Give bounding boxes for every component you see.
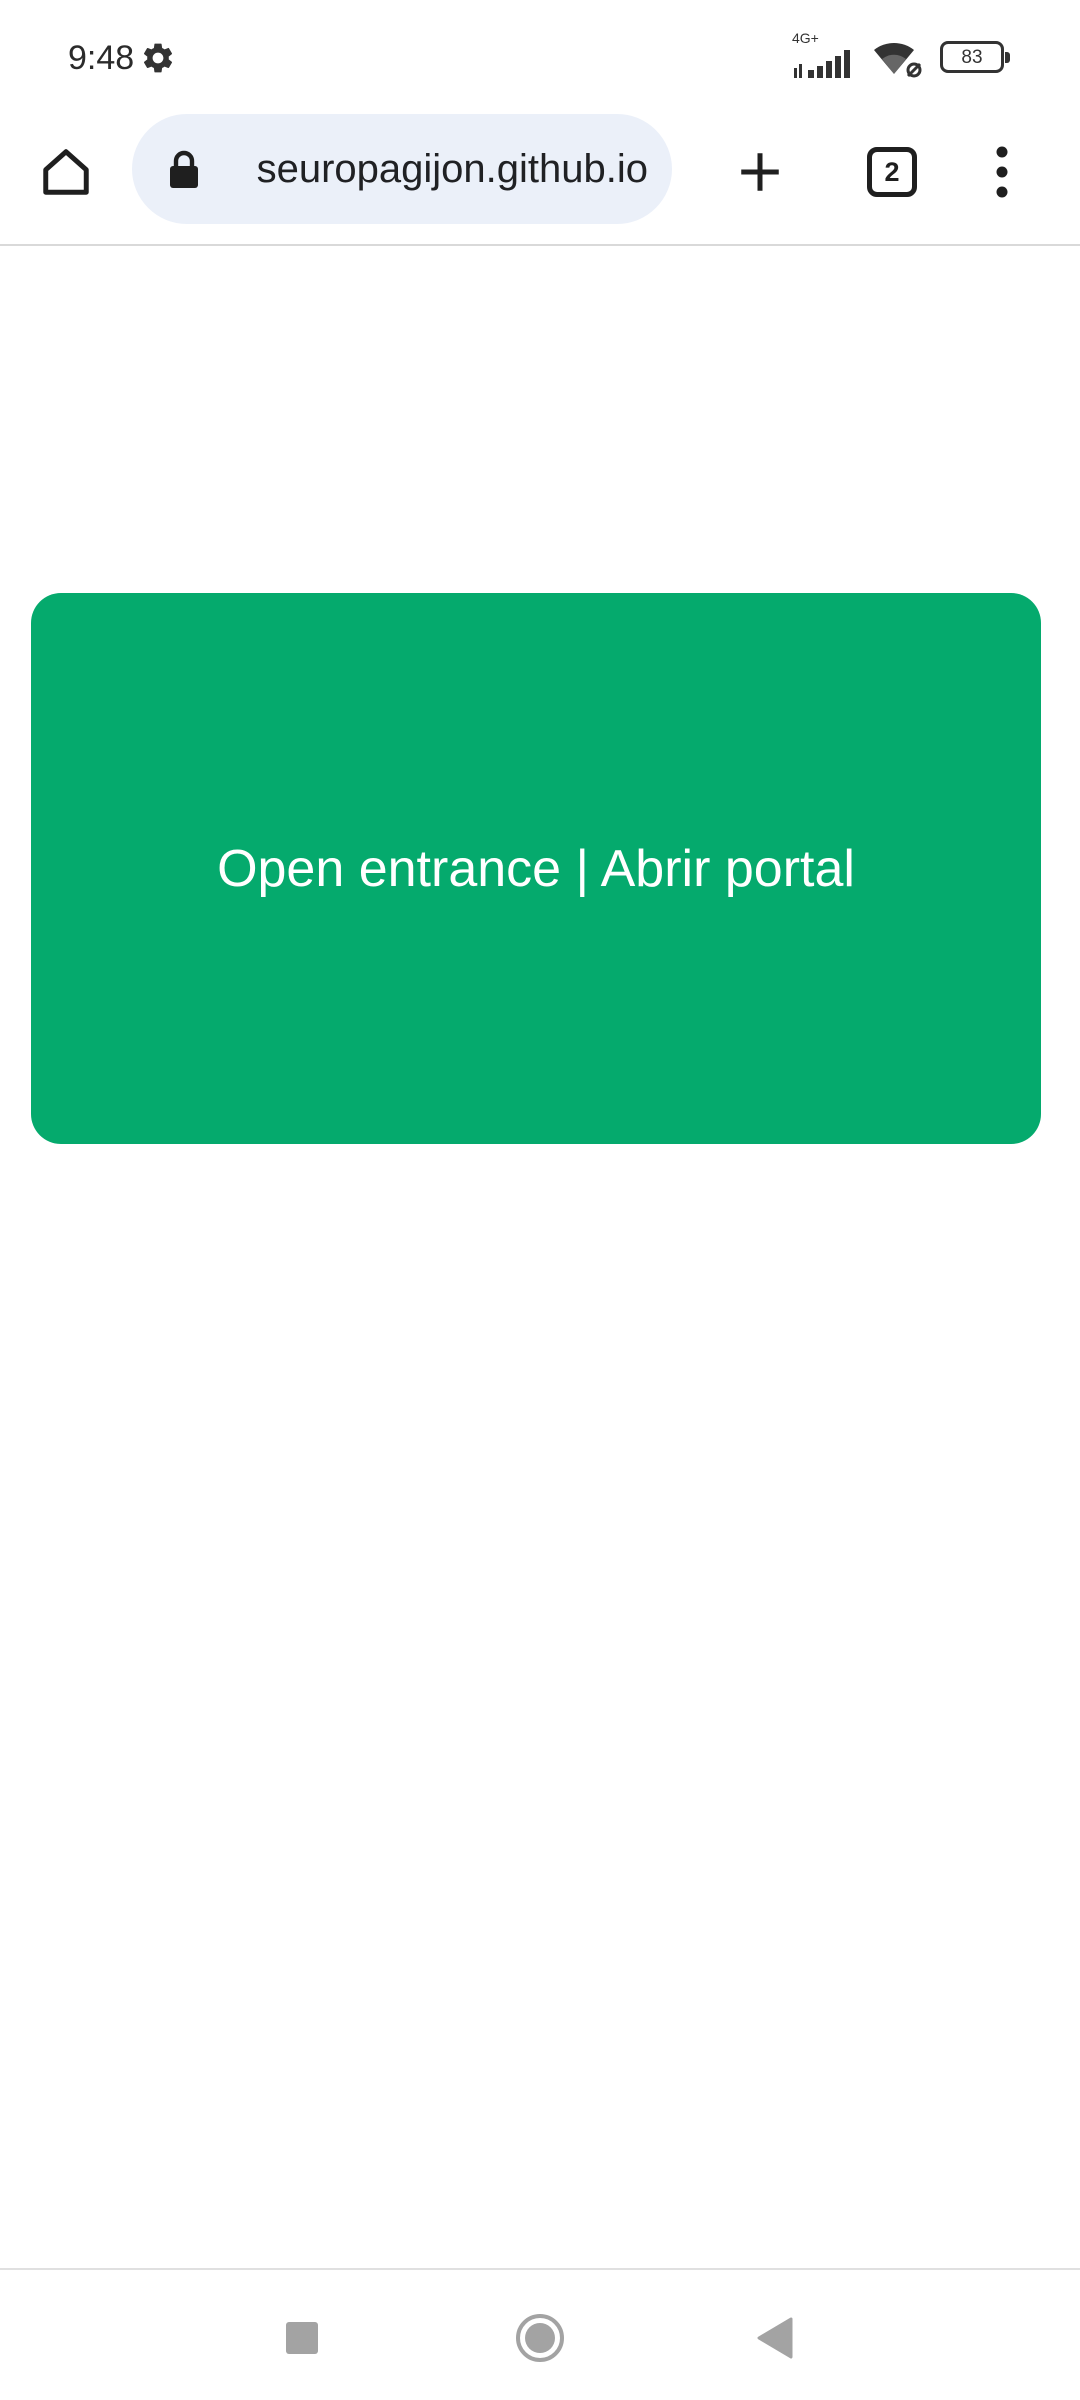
new-tab-button[interactable] xyxy=(724,136,796,208)
cell-signal-icon xyxy=(794,50,850,78)
plus-icon xyxy=(741,153,779,191)
settings-gear-icon xyxy=(143,43,173,73)
back-triangle-icon xyxy=(757,2317,793,2359)
recents-square-icon xyxy=(286,2322,318,2354)
page-content: Open entrance | Abrir portal xyxy=(0,248,1080,2268)
status-time: 9:48 xyxy=(68,39,135,77)
status-bar: 9:48 4G+ 83 xyxy=(0,0,1080,112)
wifi-icon xyxy=(874,42,922,78)
cell-signal: 4G+ xyxy=(792,30,864,80)
lock-icon xyxy=(170,150,198,188)
screen: 9:48 4G+ 83 seuropagijon.github.io 2 Ope… xyxy=(0,0,1080,2400)
system-home-button[interactable] xyxy=(508,2306,572,2370)
home-circle-icon xyxy=(516,2314,564,2362)
system-nav-bar xyxy=(0,2268,1080,2400)
battery-icon: 83 xyxy=(940,41,1010,73)
battery-level: 83 xyxy=(961,46,983,68)
browser-toolbar: seuropagijon.github.io 2 xyxy=(0,112,1080,246)
status-right: 4G+ 83 xyxy=(792,30,1010,80)
url-clip: seuropagijon.github.io xyxy=(224,114,648,224)
more-vert-icon xyxy=(996,146,1008,198)
open-entrance-label: Open entrance | Abrir portal xyxy=(217,839,855,898)
tab-count: 2 xyxy=(884,156,900,187)
tab-switcher-icon: 2 xyxy=(867,147,917,197)
open-entrance-button[interactable]: Open entrance | Abrir portal xyxy=(31,593,1041,1144)
recents-button[interactable] xyxy=(270,2306,334,2370)
network-type: 4G+ xyxy=(792,30,819,46)
tab-switcher-button[interactable]: 2 xyxy=(856,136,928,208)
more-menu-button[interactable] xyxy=(966,136,1038,208)
home-button[interactable] xyxy=(30,136,102,208)
address-bar[interactable]: seuropagijon.github.io xyxy=(132,114,672,224)
url-text[interactable]: seuropagijon.github.io xyxy=(257,144,648,194)
home-icon xyxy=(43,149,89,195)
back-button[interactable] xyxy=(742,2306,806,2370)
